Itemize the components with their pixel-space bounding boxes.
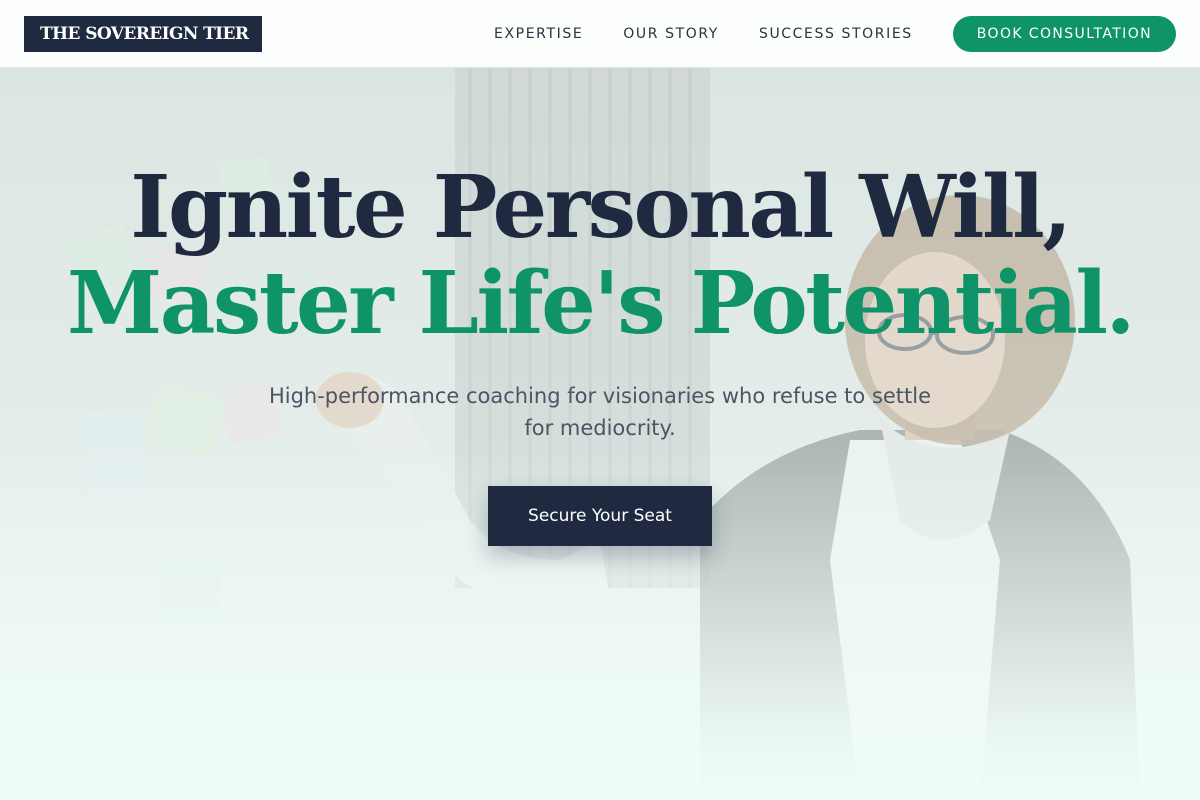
main-navigation: EXPERTISE OUR STORY SUCCESS STORIES BOOK… xyxy=(494,15,1176,52)
secure-your-seat-button[interactable]: Secure Your Seat xyxy=(488,486,712,546)
headline-line-primary: Ignite Personal Will, xyxy=(130,157,1072,258)
site-header: THE SOVEREIGN TIER EXPERTISE OUR STORY S… xyxy=(0,0,1200,68)
book-consultation-button[interactable]: BOOK CONSULTATION xyxy=(952,15,1176,52)
nav-link-expertise[interactable]: EXPERTISE xyxy=(494,26,583,42)
brand-logo[interactable]: THE SOVEREIGN TIER xyxy=(24,15,263,52)
nav-link-our-story[interactable]: OUR STORY xyxy=(623,26,719,42)
hero-subheadline: High-performance coaching for visionarie… xyxy=(268,384,932,440)
hero-headline: Ignite Personal Will, Master Life's Pote… xyxy=(0,160,1200,352)
headline-line-accent: Master Life's Potential. xyxy=(67,253,1135,354)
hero-section: Ignite Personal Will, Master Life's Pote… xyxy=(0,160,1200,546)
nav-link-success-stories[interactable]: SUCCESS STORIES xyxy=(759,26,913,42)
